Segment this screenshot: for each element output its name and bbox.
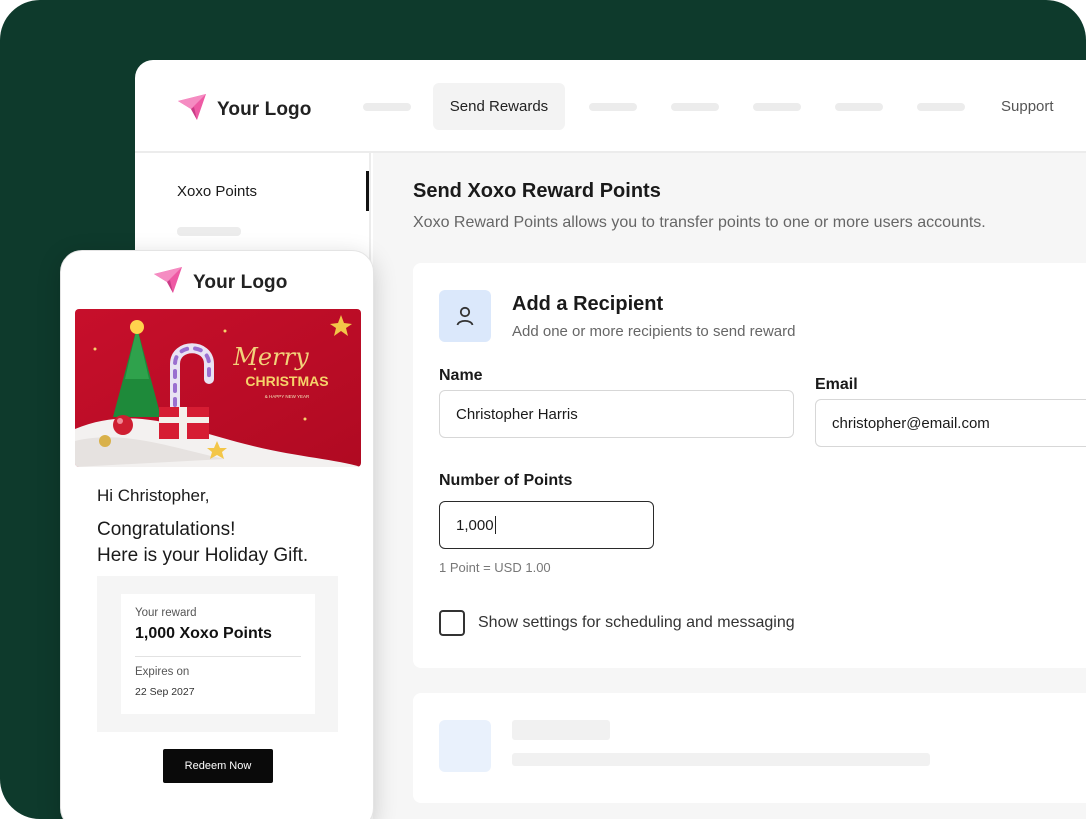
nav-placeholder bbox=[671, 103, 719, 111]
paper-plane-icon bbox=[177, 93, 207, 126]
nav-placeholder bbox=[917, 103, 965, 111]
sidebar-item-placeholder bbox=[177, 227, 241, 236]
schedule-checkbox-label[interactable]: Show settings for scheduling and messagi… bbox=[478, 614, 795, 632]
congrats-line: Here is your Holiday Gift. bbox=[97, 545, 309, 566]
email-label: Email bbox=[815, 376, 858, 393]
logo-text: Your Logo bbox=[193, 271, 288, 293]
recipient-subtitle: Add one or more recipients to send rewar… bbox=[512, 323, 796, 340]
email-field[interactable]: christopher@email.com bbox=[815, 399, 1086, 447]
user-icon bbox=[439, 290, 491, 342]
top-navigation: Your Logo Send Rewards Support bbox=[135, 60, 1086, 153]
banner-merry-text: Merry bbox=[232, 343, 309, 371]
text-caret bbox=[494, 516, 496, 534]
christmas-banner: Merry CHRISTMAS & HAPPY NEW YEAR bbox=[75, 309, 361, 467]
email-greeting: Hi Christopher, bbox=[97, 486, 210, 505]
placeholder-line bbox=[512, 753, 930, 766]
points-hint: 1 Point = USD 1.00 bbox=[439, 560, 551, 575]
name-field[interactable]: Christopher Harris bbox=[439, 390, 794, 438]
points-label: Number of Points bbox=[439, 472, 573, 489]
placeholder-line bbox=[512, 720, 610, 740]
placeholder-icon bbox=[439, 720, 491, 772]
expires-value: 22 Sep 2027 bbox=[135, 686, 195, 698]
sidebar-item-xoxo-points[interactable]: Xoxo Points bbox=[177, 183, 257, 200]
logo-text: Your Logo bbox=[217, 98, 312, 120]
page-title: Send Xoxo Reward Points bbox=[413, 180, 661, 202]
redeem-button[interactable]: Redeem Now bbox=[163, 749, 273, 783]
congrats-line: Congratulations! bbox=[97, 519, 236, 540]
page-subtitle: Xoxo Reward Points allows you to transfe… bbox=[413, 214, 986, 231]
nav-placeholder bbox=[363, 103, 411, 111]
email-preview: Your Logo Merry CHRISTMAS & HAPPY NEW YE… bbox=[60, 250, 374, 819]
reward-label: Your reward bbox=[135, 607, 197, 619]
divider bbox=[135, 656, 301, 657]
banner-newyear-text: & HAPPY NEW YEAR bbox=[265, 394, 310, 399]
banner-christmas-text: CHRISTMAS bbox=[245, 373, 328, 389]
app-logo[interactable]: Your Logo bbox=[177, 93, 311, 126]
reward-box: Your reward 1,000 Xoxo Points Expires on… bbox=[97, 576, 338, 732]
nav-send-rewards[interactable]: Send Rewards bbox=[433, 83, 565, 130]
reward-value: 1,000 Xoxo Points bbox=[135, 625, 272, 642]
nav-support[interactable]: Support bbox=[1001, 98, 1054, 115]
email-logo: Your Logo bbox=[153, 266, 287, 299]
sidebar-active-indicator bbox=[366, 171, 369, 211]
email-field-value: christopher@email.com bbox=[832, 414, 990, 432]
name-field-value: Christopher Harris bbox=[456, 405, 578, 423]
main-content: Send Xoxo Reward Points Xoxo Reward Poin… bbox=[373, 153, 1086, 819]
schedule-checkbox[interactable] bbox=[439, 610, 465, 636]
name-label: Name bbox=[439, 367, 483, 384]
paper-plane-icon bbox=[153, 266, 183, 299]
expires-label: Expires on bbox=[135, 666, 190, 678]
points-field-value: 1,000 bbox=[456, 516, 494, 534]
nav-placeholder bbox=[835, 103, 883, 111]
placeholder-card bbox=[413, 693, 1086, 803]
nav-placeholder bbox=[589, 103, 637, 111]
email-congrats: Congratulations! Here is your Holiday Gi… bbox=[97, 517, 308, 569]
recipient-title: Add a Recipient bbox=[512, 293, 664, 315]
reward-card: Your reward 1,000 Xoxo Points Expires on… bbox=[121, 594, 315, 714]
points-field[interactable]: 1,000 bbox=[439, 501, 654, 549]
recipient-card: Add a Recipient Add one or more recipien… bbox=[413, 263, 1086, 668]
nav-placeholder bbox=[753, 103, 801, 111]
